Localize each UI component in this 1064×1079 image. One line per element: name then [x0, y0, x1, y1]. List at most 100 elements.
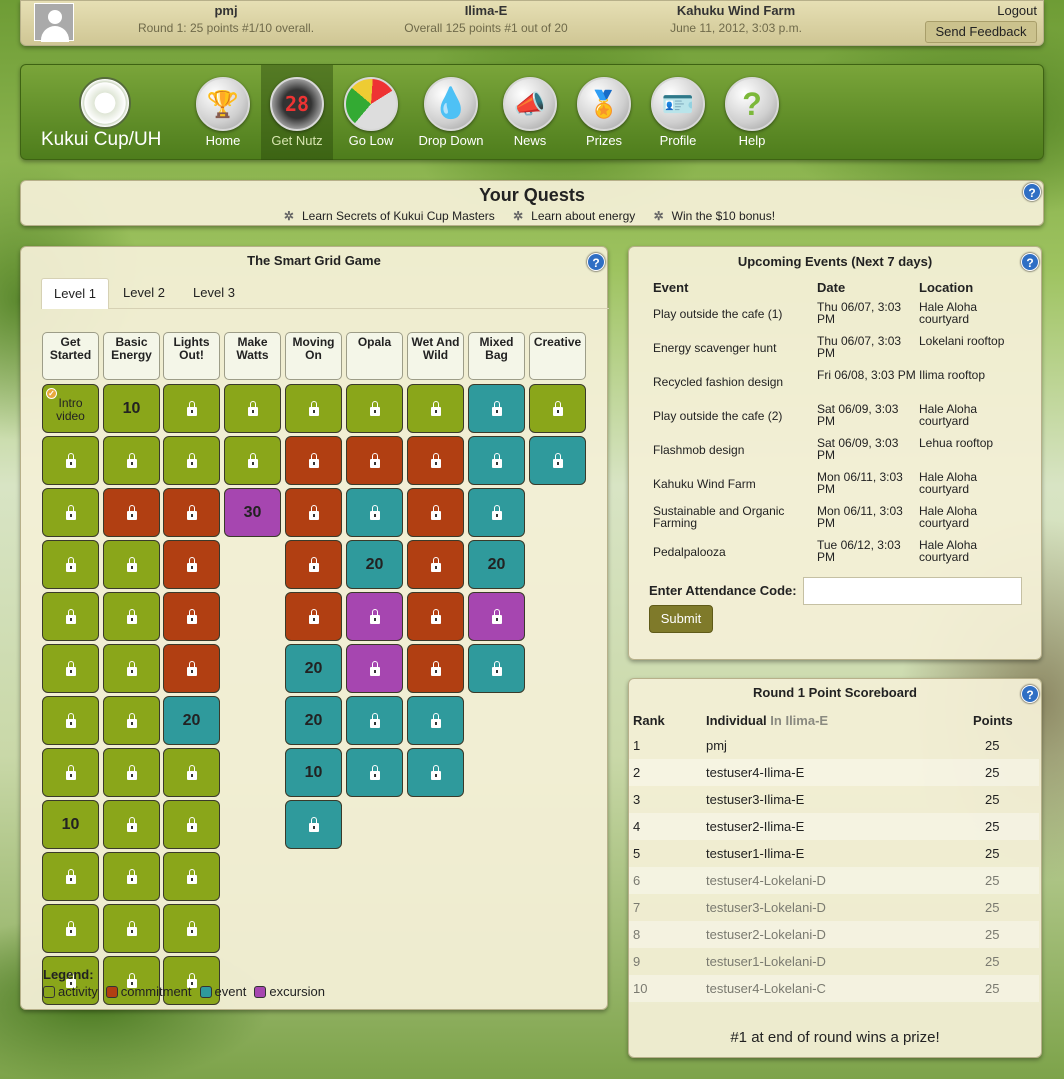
next-event-title[interactable]: Kahuku Wind Farm: [651, 3, 821, 18]
grid-cell[interactable]: [42, 436, 99, 485]
grid-cell[interactable]: [163, 436, 220, 485]
grid-cell[interactable]: [285, 540, 342, 589]
grid-cell[interactable]: [468, 592, 525, 641]
grid-cell[interactable]: ✓ Intro video: [42, 384, 99, 433]
grid-cell[interactable]: [163, 644, 220, 693]
player-name[interactable]: testuser3-Ilima-E: [706, 786, 804, 813]
grid-cell[interactable]: [42, 904, 99, 953]
grid-cell[interactable]: [407, 644, 464, 693]
attendance-code-input[interactable]: [803, 577, 1022, 605]
grid-cell[interactable]: [285, 436, 342, 485]
grid-cell[interactable]: [468, 384, 525, 433]
grid-cell[interactable]: [42, 696, 99, 745]
column-header-get-started[interactable]: Get Started: [42, 332, 99, 380]
grid-cell[interactable]: [103, 644, 160, 693]
help-icon[interactable]: ?: [1021, 253, 1039, 271]
grid-cell[interactable]: [103, 592, 160, 641]
grid-cell[interactable]: [163, 748, 220, 797]
player-name[interactable]: testuser2-Lokelani-D: [706, 921, 826, 948]
grid-cell[interactable]: [346, 384, 403, 433]
quest-item[interactable]: ✲ Learn about energy: [513, 209, 640, 223]
grid-cell[interactable]: [163, 592, 220, 641]
grid-cell[interactable]: [103, 852, 160, 901]
nav-home[interactable]: 🏆 Home: [187, 65, 259, 160]
logout-link[interactable]: Logout: [997, 3, 1037, 18]
grid-cell[interactable]: [224, 384, 281, 433]
event-name[interactable]: Flashmob design: [653, 444, 813, 456]
event-name[interactable]: Play outside the cafe (1): [653, 308, 813, 320]
grid-cell[interactable]: [468, 488, 525, 537]
grid-cell[interactable]: [407, 540, 464, 589]
grid-cell[interactable]: [163, 488, 220, 537]
grid-cell[interactable]: 30: [224, 488, 281, 537]
grid-cell[interactable]: [103, 540, 160, 589]
grid-cell[interactable]: [163, 904, 220, 953]
grid-cell[interactable]: [407, 436, 464, 485]
nav-drop-down[interactable]: 💧 Drop Down: [415, 65, 487, 160]
grid-cell[interactable]: 20: [285, 644, 342, 693]
player-name[interactable]: testuser1-Ilima-E: [706, 840, 804, 867]
grid-cell[interactable]: [42, 644, 99, 693]
quest-item[interactable]: ✲ Win the $10 bonus!: [654, 209, 780, 223]
grid-cell[interactable]: [103, 488, 160, 537]
grid-cell[interactable]: [42, 852, 99, 901]
grid-cell[interactable]: [103, 696, 160, 745]
column-header-lights-out[interactable]: Lights Out!: [163, 332, 220, 380]
grid-cell[interactable]: [529, 384, 586, 433]
tab-level-2[interactable]: Level 2: [111, 278, 177, 309]
avatar[interactable]: [34, 3, 74, 42]
grid-cell[interactable]: [285, 800, 342, 849]
nav-go-low[interactable]: Go Low: [335, 65, 407, 160]
grid-cell[interactable]: [407, 592, 464, 641]
grid-cell[interactable]: [346, 748, 403, 797]
player-name[interactable]: testuser3-Lokelani-D: [706, 894, 826, 921]
grid-cell[interactable]: 10: [42, 800, 99, 849]
column-header-wet-and-wild[interactable]: Wet And Wild: [407, 332, 464, 380]
grid-cell[interactable]: 10: [103, 384, 160, 433]
grid-cell[interactable]: 20: [285, 696, 342, 745]
quest-item[interactable]: ✲ Learn Secrets of Kukui Cup Masters: [284, 209, 500, 223]
column-header-moving-on[interactable]: Moving On: [285, 332, 342, 380]
grid-cell[interactable]: 10: [285, 748, 342, 797]
grid-cell[interactable]: 20: [163, 696, 220, 745]
event-name[interactable]: Pedalpalooza: [653, 546, 813, 558]
grid-cell[interactable]: [224, 436, 281, 485]
grid-cell[interactable]: [346, 644, 403, 693]
column-header-basic-energy[interactable]: Basic Energy: [103, 332, 160, 380]
nav-get-nutz[interactable]: 28 Get Nutz: [261, 65, 333, 160]
brand-title[interactable]: Kukui Cup/UH: [41, 129, 161, 151]
grid-cell[interactable]: [346, 488, 403, 537]
nav-help[interactable]: ? Help: [716, 65, 788, 160]
nav-profile[interactable]: 🪪 Profile: [642, 65, 714, 160]
grid-cell[interactable]: [103, 436, 160, 485]
grid-cell[interactable]: [103, 904, 160, 953]
column-header-creative[interactable]: Creative: [529, 332, 586, 380]
grid-cell[interactable]: [468, 436, 525, 485]
event-name[interactable]: Kahuku Wind Farm: [653, 478, 813, 490]
grid-cell[interactable]: [529, 436, 586, 485]
grid-cell[interactable]: [407, 384, 464, 433]
help-icon[interactable]: ?: [587, 253, 605, 271]
grid-cell[interactable]: [103, 800, 160, 849]
column-header-mixed-bag[interactable]: Mixed Bag: [468, 332, 525, 380]
grid-cell[interactable]: [42, 592, 99, 641]
grid-cell[interactable]: [163, 852, 220, 901]
grid-cell[interactable]: 20: [346, 540, 403, 589]
event-name[interactable]: Sustainable and Organic Farming: [653, 505, 813, 529]
help-icon[interactable]: ?: [1023, 183, 1041, 201]
grid-cell[interactable]: [407, 748, 464, 797]
university-seal-logo[interactable]: [79, 77, 131, 129]
grid-cell[interactable]: [407, 696, 464, 745]
grid-cell[interactable]: [285, 592, 342, 641]
grid-cell[interactable]: [163, 384, 220, 433]
grid-cell[interactable]: [346, 592, 403, 641]
player-name[interactable]: testuser2-Ilima-E: [706, 813, 804, 840]
grid-cell[interactable]: [285, 384, 342, 433]
grid-cell[interactable]: [407, 488, 464, 537]
grid-cell[interactable]: [468, 644, 525, 693]
tab-level-1[interactable]: Level 1: [41, 278, 109, 309]
grid-cell[interactable]: [163, 800, 220, 849]
grid-cell[interactable]: [42, 540, 99, 589]
nav-news[interactable]: 📣 News: [494, 65, 566, 160]
grid-cell[interactable]: [42, 488, 99, 537]
